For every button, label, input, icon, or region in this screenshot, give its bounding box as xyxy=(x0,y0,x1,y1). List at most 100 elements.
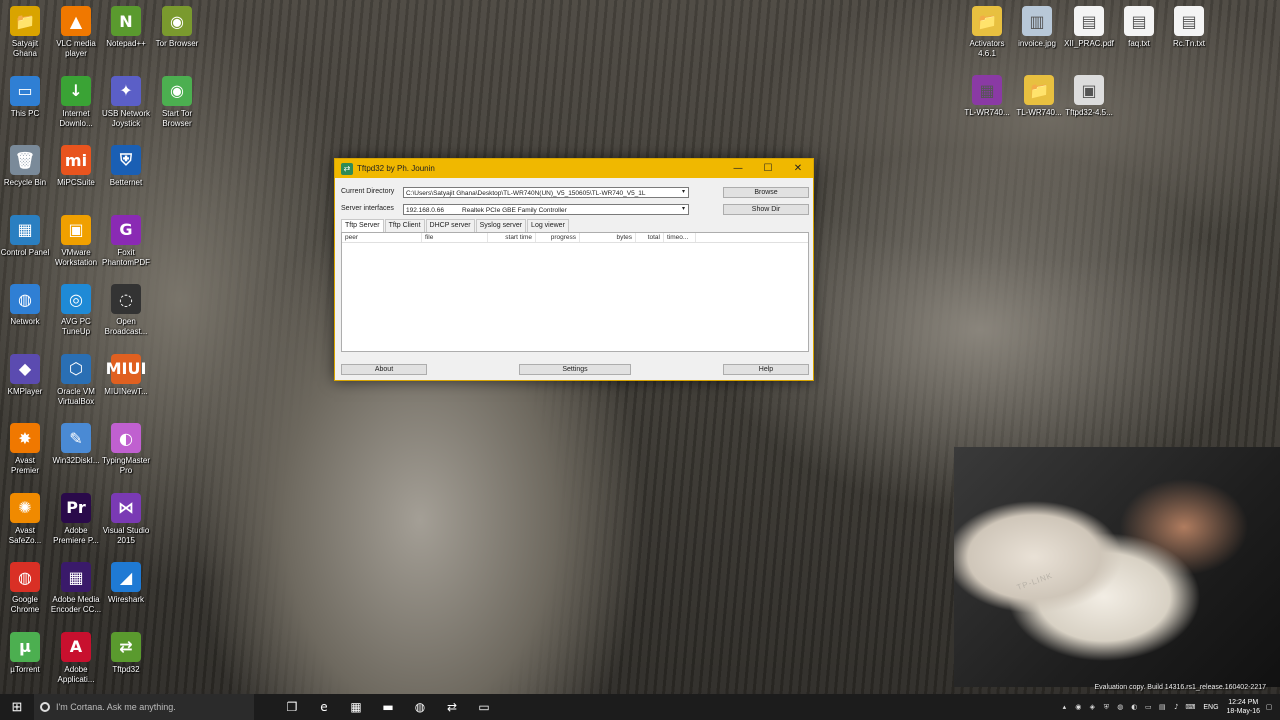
start-button[interactable]: ⊞ xyxy=(0,694,34,720)
tray-icon[interactable]: ⛨ xyxy=(1101,702,1111,712)
network-icon: ◍ xyxy=(10,284,40,314)
current-directory-select[interactable]: C:\Users\Satyajit Ghana\Desktop\TL-WR740… xyxy=(403,187,689,198)
show-dir-button[interactable]: Show Dir xyxy=(723,204,809,215)
file-explorer-icon[interactable]: ▬ xyxy=(372,694,404,720)
desktop-icon-visual-studio[interactable]: ⋈ Visual Studio 2015 xyxy=(95,492,157,546)
tab-log-viewer[interactable]: Log viewer xyxy=(527,219,569,232)
start-tor-icon: ◉ xyxy=(162,75,192,106)
notifications-icon[interactable]: ▢ xyxy=(1264,702,1274,712)
activators-icon: 📁 xyxy=(972,6,1002,36)
xii-prac-pdf-icon: ▤ xyxy=(1074,6,1104,36)
transfer-list[interactable]: peer file start time progress bytes total time… xyxy=(341,232,809,352)
taskbar-apps: ❐ e ▦ ▬ ◍ ⇄ ▭ xyxy=(276,694,500,720)
column-header-bytes[interactable]: bytes xyxy=(580,233,636,242)
faq-txt-icon: ▤ xyxy=(1124,6,1154,36)
store-icon[interactable]: ▦ xyxy=(340,694,372,720)
foxit-icon: G xyxy=(111,214,141,245)
desktop-icon-tftpd32[interactable]: ⇄ Tftpd32 xyxy=(95,631,157,675)
close-button[interactable]: ✕ xyxy=(783,159,813,178)
rc-tn-txt-icon: ▤ xyxy=(1174,6,1204,36)
desktop-icon-label: Visual Studio 2015 xyxy=(102,525,150,545)
window-title: Tftpd32 by Ph. Jounin xyxy=(357,164,435,173)
win32diski-icon: ✎ xyxy=(61,423,91,453)
desktop-icon-label: Wireshark xyxy=(107,595,144,604)
task-view-icon[interactable]: ❐ xyxy=(276,694,308,720)
usb-network-icon: ✦ xyxy=(111,75,141,106)
app-icon[interactable]: ▭ xyxy=(468,694,500,720)
betternet-icon: ⛨ xyxy=(111,145,141,175)
minimize-button[interactable]: — xyxy=(723,159,753,178)
help-button[interactable]: Help xyxy=(723,364,809,375)
battery-icon[interactable]: ▭ xyxy=(1143,702,1153,712)
column-header-total[interactable]: total xyxy=(636,233,664,242)
about-button[interactable]: About xyxy=(341,364,427,375)
system-tray: ▴ ◉ ◈ ⛨ ◍ ◐ ▭ ▤ ♪ ⌨ ENG 12:24 PM 18-May-… xyxy=(1059,694,1280,720)
server-interfaces-select[interactable]: 192.168.0.66 Realtek PCIe GBE Family Con… xyxy=(403,204,689,215)
maximize-button[interactable]: ☐ xyxy=(753,159,783,178)
vlc-media-icon: ▲ xyxy=(61,6,91,36)
desktop-icon-label: Betternet xyxy=(109,178,143,187)
google-icon: ◍ xyxy=(10,562,40,592)
tftpd32-icon: ⇄ xyxy=(111,631,141,662)
tray-icon[interactable]: ◐ xyxy=(1129,702,1139,712)
taskbar: ⊞ I'm Cortana. Ask me anything. ❐ e ▦ ▬ ◍ ⇄ ▭ … xyxy=(0,694,1280,720)
current-directory-value: C:\Users\Satyajit Ghana\Desktop\TL-WR740… xyxy=(406,190,646,197)
title-bar[interactable]: ⇄ Tftpd32 by Ph. Jounin — ☐ ✕ xyxy=(335,159,813,178)
settings-button[interactable]: Settings xyxy=(519,364,631,375)
column-header-file[interactable]: file xyxy=(422,233,488,242)
column-header-peer[interactable]: peer xyxy=(342,233,422,242)
tab-tftp-server[interactable]: Tftp Server xyxy=(341,219,384,232)
desktop-icon-betternet[interactable]: ⛨ Betternet xyxy=(95,145,157,188)
tftpd32-app-icon: ⇄ xyxy=(341,162,353,175)
tray-icon[interactable]: ◍ xyxy=(1115,702,1125,712)
network-icon[interactable]: ▤ xyxy=(1157,702,1167,712)
open-icon: ◌ xyxy=(111,284,141,314)
cortana-search-box[interactable]: I'm Cortana. Ask me anything. xyxy=(34,694,254,720)
language-indicator[interactable]: ENG xyxy=(1203,704,1218,711)
chevron-down-icon[interactable]: ▾ xyxy=(679,188,688,197)
recycle-bin-icon: 🗑 xyxy=(10,145,40,175)
desktop-icon-rc-tn-txt[interactable]: ▤ Rc.Tn.txt xyxy=(1158,6,1220,49)
this-pc-icon: ▭ xyxy=(10,75,40,106)
desktop-icon-label: Open Broadcast... xyxy=(104,317,148,336)
desktop-icon-wireshark[interactable]: ◢ Wireshark xyxy=(95,562,157,605)
column-header-timeo[interactable]: timeo... xyxy=(664,233,696,242)
desktop-icon-typingmaster[interactable]: ◐ TypingMaster Pro xyxy=(95,423,157,476)
wireshark-icon: ◢ xyxy=(111,562,141,592)
tray-icon[interactable]: ▴ xyxy=(1059,702,1069,712)
keyboard-icon[interactable]: ⌨ xyxy=(1185,702,1195,712)
desktop-icon-open[interactable]: ◌ Open Broadcast... xyxy=(95,284,157,337)
tftpd32-window: ⇄ Tftpd32 by Ph. Jounin — ☐ ✕ Current Di… xyxy=(334,158,814,381)
desktop-icon-label: MIUINewT... xyxy=(104,386,148,396)
satyajit-icon: 📁 xyxy=(10,6,40,36)
desktop-icon-tor-browser[interactable]: ◉ Tor Browser xyxy=(146,6,208,49)
tray-icon[interactable]: ◈ xyxy=(1087,702,1097,712)
tl-wr740-icon: 📁 xyxy=(1024,75,1054,105)
clock[interactable]: 12:24 PM 18-May-16 xyxy=(1227,698,1260,716)
oracle-vm-icon: ⬡ xyxy=(61,353,91,384)
tl-wr740-icon: ▦ xyxy=(972,75,1002,105)
miuinewt-icon: MIUI xyxy=(106,353,146,384)
avast-icon: ✺ xyxy=(10,492,40,523)
chrome-icon[interactable]: ◍ xyxy=(404,694,436,720)
desktop-icon-foxit[interactable]: G Foxit PhantomPDF xyxy=(95,214,157,268)
tab-syslog-server[interactable]: Syslog server xyxy=(475,219,527,232)
router-brand-label: TP-LINK xyxy=(1015,570,1055,593)
chevron-down-icon[interactable]: ▾ xyxy=(679,205,688,214)
desktop-icon-miuinewt[interactable]: MIUI MIUINewT... xyxy=(95,353,157,397)
tftpd32-icon[interactable]: ⇄ xyxy=(436,694,468,720)
browse-button[interactable]: Browse xyxy=(723,187,809,198)
desktop-icon-tftpd32-4-5[interactable]: ▣ Tftpd32-4.5... xyxy=(1058,75,1120,118)
tab-tftp-client[interactable]: Tftp Client xyxy=(384,219,425,232)
column-header-start-time[interactable]: start time xyxy=(488,233,536,242)
tray-icon[interactable]: ◉ xyxy=(1073,702,1083,712)
tab-dhcp-server[interactable]: DHCP server xyxy=(425,219,475,232)
column-header-progress[interactable]: progress xyxy=(536,233,580,242)
typingmaster-icon: ◐ xyxy=(111,423,141,453)
server-interfaces-value: 192.168.0.66 Realtek PCIe GBE Family Con… xyxy=(406,207,567,214)
edge-icon[interactable]: e xyxy=(308,694,340,720)
desktop-icon-start-tor[interactable]: ◉ Start Tor Browser xyxy=(146,75,208,129)
list-header: peer file start time progress bytes total time… xyxy=(342,233,808,243)
volume-icon[interactable]: ♪ xyxy=(1171,702,1181,712)
cortana-placeholder: I'm Cortana. Ask me anything. xyxy=(56,702,176,712)
